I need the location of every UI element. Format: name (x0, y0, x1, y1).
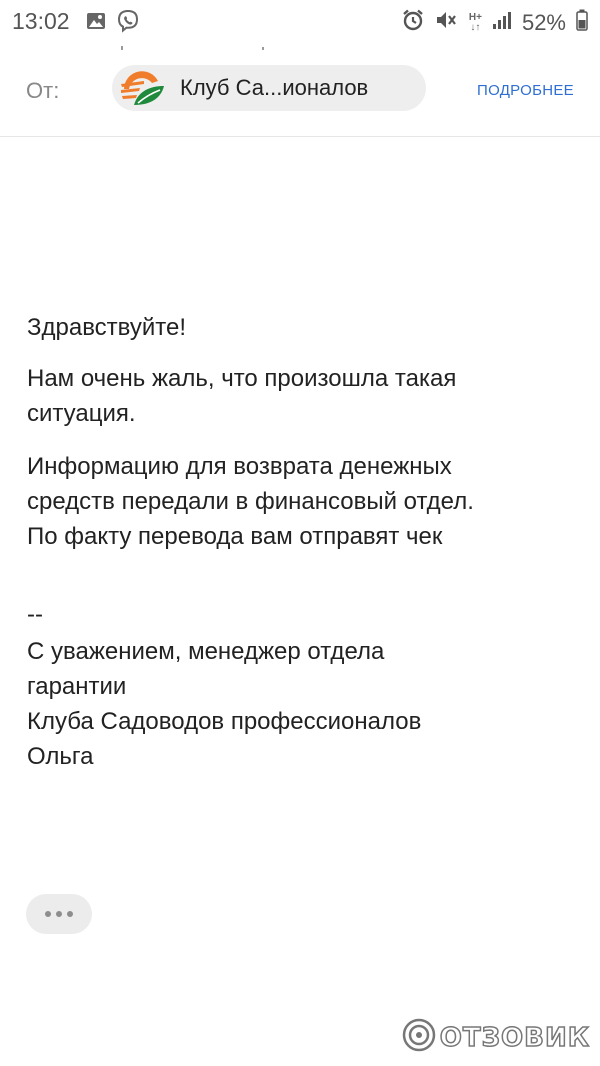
mute-icon (435, 9, 459, 36)
watermark: ОТЗОВИК (402, 1018, 590, 1057)
message-body: Здравствуйте! Нам очень жаль, что произо… (27, 310, 587, 774)
viber-icon (116, 9, 140, 38)
data-arrows-label: ↓↑ (470, 21, 481, 33)
battery-icon (576, 9, 588, 36)
notification-icons (86, 9, 140, 38)
scrolled-content-fragment (118, 38, 278, 50)
sender-name: Клуб Са...ионалов (180, 75, 369, 100)
alarm-icon (401, 8, 425, 37)
network-type-indicator: H+ ↓↑ (468, 11, 482, 33)
show-quoted-text-button[interactable] (26, 894, 92, 934)
from-label: От: (26, 78, 60, 103)
more-dot-icon (67, 911, 73, 917)
watermark-logo-icon (402, 1018, 436, 1057)
message-greeting: Здравствуйте! (27, 314, 187, 341)
header-divider (0, 136, 600, 137)
message-signature: С уважением, менеджер отдела гарантии Кл… (27, 638, 422, 770)
system-status-icons: H+ ↓↑ 52% (401, 8, 588, 37)
message-apology: Нам очень жаль, что произошла такая ситу… (27, 365, 457, 427)
status-time: 13:02 (12, 8, 70, 34)
gallery-icon (86, 12, 106, 35)
message-refund-info: Информацию для возврата денежных средств… (27, 453, 474, 550)
details-link[interactable]: ПОДРОБНЕЕ (477, 82, 574, 99)
sender-chip[interactable]: Клуб Са...ионалов (112, 65, 426, 111)
battery-percent: 52% (521, 9, 566, 35)
status-bar: 13:02 H+ ↓↑ 52% (0, 0, 600, 44)
signal-icon (492, 10, 512, 35)
more-dot-icon (56, 911, 62, 917)
more-dot-icon (45, 911, 51, 917)
signature-separator: -- (27, 601, 43, 628)
watermark-text: ОТЗОВИК (439, 1022, 590, 1054)
network-type-label: H+ (468, 11, 482, 23)
sender-logo-icon (118, 67, 166, 109)
sender-header: От: Клуб Са...ионалов ПОДРОБНЕЕ (0, 56, 600, 124)
